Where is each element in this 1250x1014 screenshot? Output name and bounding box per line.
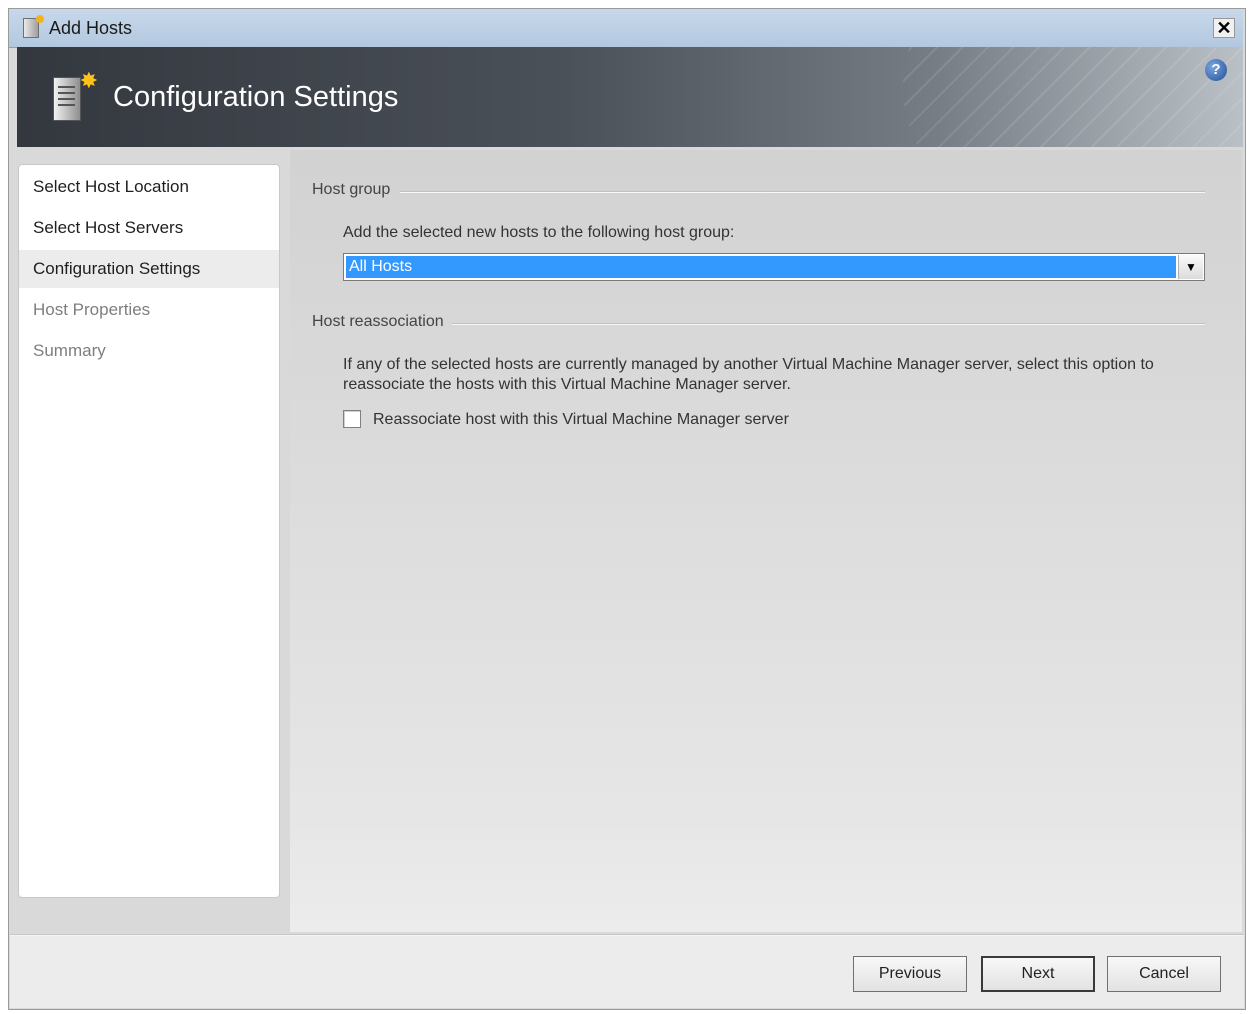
close-icon: ✕ (1216, 18, 1232, 38)
host-group-prompt: Add the selected new hosts to the follow… (343, 224, 735, 241)
reassociate-checkbox[interactable] (343, 410, 361, 428)
step-summary: Summary (33, 341, 106, 360)
page-title: Configuration Settings (113, 81, 399, 113)
dropdown-arrow-icon[interactable]: ▼ (1178, 255, 1203, 279)
step-select-host-location[interactable]: Select Host Location (19, 168, 279, 206)
host-group-divider (400, 191, 1205, 193)
step-host-properties: Host Properties (33, 300, 151, 319)
next-button[interactable]: Next (981, 956, 1095, 992)
cancel-button[interactable]: Cancel (1107, 956, 1221, 992)
close-button[interactable]: ✕ (1213, 18, 1235, 38)
reassociate-checkbox-label[interactable]: Reassociate host with this Virtual Machi… (373, 411, 789, 429)
host-group-selected-value: All Hosts (346, 256, 1176, 278)
host-reassociation-divider (452, 323, 1205, 325)
step-select-host-servers[interactable]: Select Host Servers (19, 209, 279, 247)
title-bar: Add Hosts ✕ (9, 9, 1243, 48)
window-title: Add Hosts (49, 18, 133, 38)
reassociation-description-line2: reassociate the hosts with this Virtual … (343, 376, 791, 393)
help-icon[interactable]: ? (1205, 59, 1227, 81)
host-reassociation-section-label: Host reassociation (312, 313, 444, 330)
server-icon (23, 15, 44, 38)
server-add-icon (53, 68, 98, 121)
header-banner: Configuration Settings ? (17, 47, 1243, 147)
wizard-steps: Select Host Location Select Host Servers… (18, 164, 280, 898)
host-group-select[interactable]: All Hosts ▼ (343, 253, 1205, 281)
host-group-section-label: Host group (312, 181, 391, 198)
previous-button[interactable]: Previous (853, 956, 967, 992)
reassociation-description-line1: If any of the selected hosts are current… (343, 356, 1154, 373)
step-configuration-settings[interactable]: Configuration Settings (19, 250, 279, 288)
